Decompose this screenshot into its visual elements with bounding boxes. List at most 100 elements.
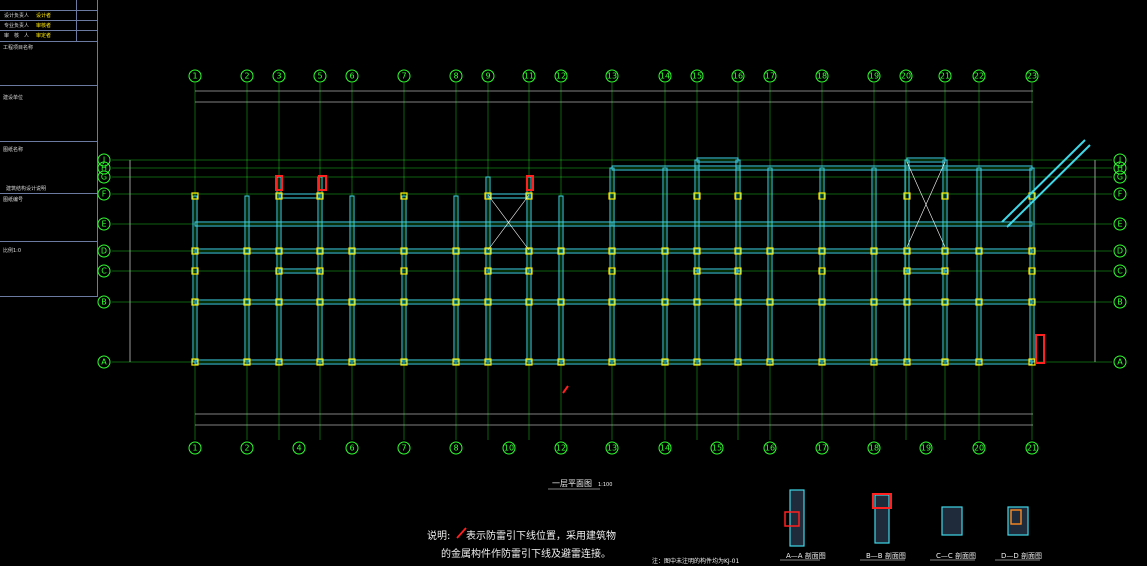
axis-label: E [101,220,106,229]
axis-label: 6 [349,444,354,453]
axis-bubble: 16 [763,441,777,455]
axis-bubble: 15 [690,69,704,83]
axis-label: 1 [192,444,197,453]
axis-label: G [101,173,107,182]
axis-bubble: 2 [240,69,254,83]
axis-bubble: E [1113,217,1127,231]
axis-bubble: 6 [345,441,359,455]
axis-bubble: 21 [938,69,952,83]
axis-bubble: 13 [605,441,619,455]
section-label-d: D—D 剖面图 [1001,552,1043,560]
axis-label: 17 [817,444,827,453]
axis-label: 11 [524,72,534,81]
axis-bubble: C [1113,264,1127,278]
axis-grid [112,83,1112,440]
axis-bubble: B [97,295,111,309]
axis-label: 3 [276,72,281,81]
axis-bubble: 21 [1025,441,1039,455]
axis-bubble: 10 [502,441,516,455]
section-detail-a [789,489,805,547]
axis-label: 6 [349,72,354,81]
axis-label: 16 [765,444,775,453]
axis-label: D [1117,247,1123,256]
axis-label: 10 [504,444,514,453]
axis-label: 19 [921,444,931,453]
axis-bubble: 18 [867,441,881,455]
axis-bubble: F [97,187,111,201]
plan-title: 一层平面图 [552,479,592,488]
axis-label: B [1117,298,1123,307]
axis-label: G [1117,173,1123,182]
axis-bubble: 3 [272,69,286,83]
axis-bubble: 12 [554,441,568,455]
axis-label: 2 [244,444,249,453]
axis-bubble: 2 [240,441,254,455]
note-line: 表示防雷引下线位置，采用建筑物 [466,531,616,542]
axis-bubble: 22 [972,69,986,83]
section-details [548,488,1040,561]
axis-label: 1 [192,72,197,81]
axis-bubble: 14 [658,69,672,83]
axis-label: C [1117,267,1123,276]
axis-bubble: 13 [605,69,619,83]
note-label: 说明: [427,531,451,542]
axis-bubble: A [97,355,111,369]
axis-label: 15 [692,72,702,81]
axis-label: 14 [660,72,670,81]
axis-label: 22 [974,72,984,81]
axis-bubble: E [97,217,111,231]
axis-label: A [101,358,107,367]
section-label-b: B—B 剖面图 [866,552,906,560]
axis-label: 7 [401,72,406,81]
axis-label: 12 [556,444,566,453]
axis-bubble: 7 [397,441,411,455]
axis-bubble: D [97,244,111,258]
axis-bubble: 4 [292,441,306,455]
axis-bubble: A [1113,355,1127,369]
axis-label: D [101,247,107,256]
axis-bubble: 16 [731,69,745,83]
axis-label: 8 [453,444,458,453]
axis-label: 17 [765,72,775,81]
axis-label: 19 [869,72,879,81]
axis-bubble: 23 [1025,69,1039,83]
axis-label: 7 [401,444,406,453]
axis-label: 21 [1027,444,1037,453]
axis-bubble: G [1113,170,1127,184]
lightning-downlead-icon [456,527,467,539]
red-mark [562,385,569,394]
axis-label: E [1117,220,1122,229]
axis-bubble: 17 [815,441,829,455]
axis-bubble: 20 [899,69,913,83]
axis-bubble: 9 [481,69,495,83]
red-column [526,175,534,191]
axis-bubble: F [1113,187,1127,201]
axis-bubble: 11 [522,69,536,83]
section-label-a: A—A 剖面图 [786,552,826,560]
axis-label: 15 [712,444,722,453]
axis-label: 16 [733,72,743,81]
axis-label: A [1117,358,1123,367]
axis-bubble: C [97,264,111,278]
red-column [1035,334,1045,364]
wall [487,193,530,199]
axis-bubble: 1 [188,69,202,83]
axis-bubble: 15 [710,441,724,455]
axis-label: 12 [556,72,566,81]
axis-bubble: 12 [554,69,568,83]
plan-scale: 1:100 [598,482,613,488]
axis-label: 18 [817,72,827,81]
axis-bubble: 20 [972,441,986,455]
axis-label: C [101,267,107,276]
axis-bubble: 14 [658,441,672,455]
axis-label: 13 [607,72,617,81]
axis-label: 5 [317,72,322,81]
sheet-note: 注：图中未注明的构件均为KJ-01 [652,558,740,565]
axis-label: 8 [453,72,458,81]
axis-label: 20 [901,72,911,81]
note-line: 的金属构件作防雷引下线及避雷连接。 [441,549,611,560]
axis-bubble: 19 [919,441,933,455]
axis-label: 20 [974,444,984,453]
axis-label: F [1118,190,1123,199]
axis-bubble: B [1113,295,1127,309]
